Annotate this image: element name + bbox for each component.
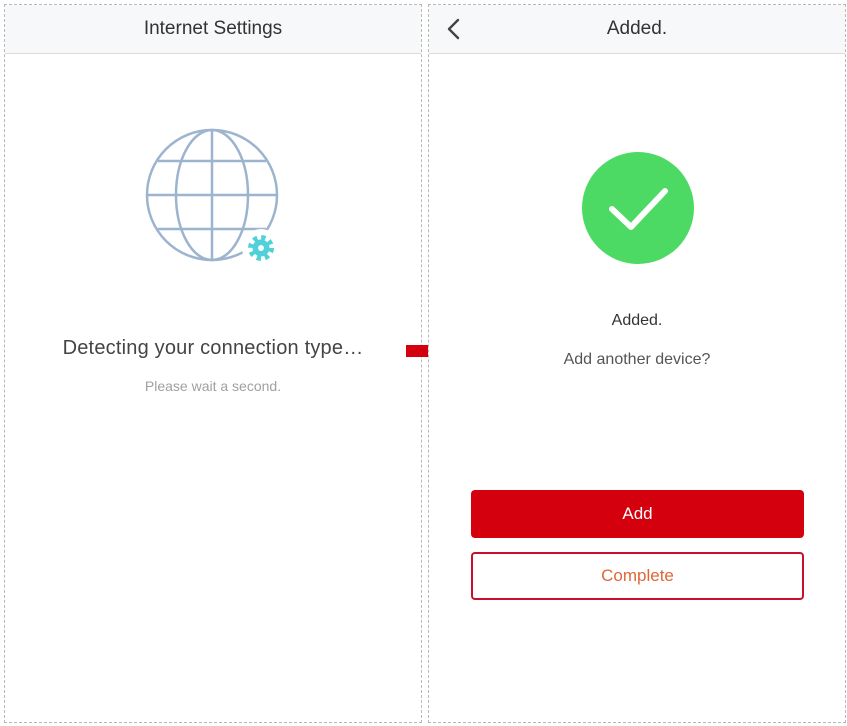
detecting-status-text: Detecting your connection type… bbox=[62, 337, 364, 359]
globe-with-gear-icon bbox=[140, 123, 290, 278]
add-button[interactable]: Add bbox=[471, 490, 804, 538]
check-circle-icon bbox=[581, 151, 695, 270]
page-title: Internet Settings bbox=[143, 18, 283, 39]
added-screen: Added. Added. Add another device? Add Co… bbox=[428, 4, 846, 723]
chevron-left-icon[interactable] bbox=[443, 17, 467, 41]
wait-hint-text: Please wait a second. bbox=[144, 378, 282, 394]
internet-settings-screen: Internet Settings Detecting your connect… bbox=[4, 4, 422, 723]
header-bar: Internet Settings bbox=[5, 5, 421, 54]
add-another-prompt: Add another device? bbox=[563, 351, 711, 368]
added-message: Added. bbox=[611, 312, 663, 329]
page-title: Added. bbox=[606, 18, 668, 39]
complete-button[interactable]: Complete bbox=[471, 552, 804, 600]
header-bar: Added. bbox=[429, 5, 845, 54]
